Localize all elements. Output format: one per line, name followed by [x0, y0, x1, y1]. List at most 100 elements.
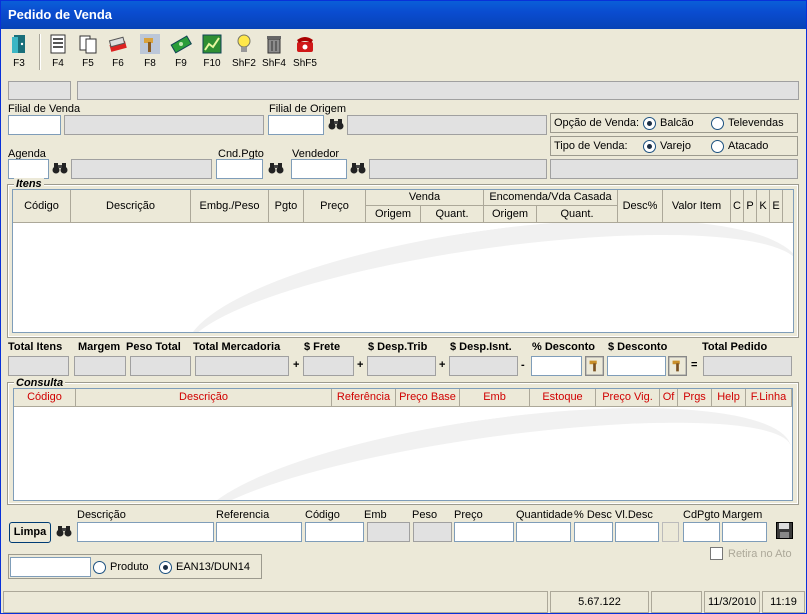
col-help[interactable]: Help: [712, 389, 746, 407]
toolbar-button-f10[interactable]: F10: [197, 33, 227, 73]
col-of[interactable]: Of: [660, 389, 678, 407]
col-prgs[interactable]: Prgs: [678, 389, 712, 407]
search-codigo-input[interactable]: [305, 522, 364, 542]
toolbar-label: F9: [175, 58, 187, 69]
radio-televendas[interactable]: [711, 117, 724, 130]
search-referencia-input[interactable]: [216, 522, 302, 542]
cnd-pgto-input[interactable]: [216, 159, 263, 179]
toolbar-button-shf2[interactable]: ShF2: [229, 33, 259, 73]
radio-balcao[interactable]: [643, 117, 656, 130]
col-p[interactable]: P: [744, 190, 757, 223]
binoculars-icon[interactable]: [56, 524, 72, 538]
col-venda-quant[interactable]: Quant.: [421, 206, 484, 223]
toolbar-label: F3: [13, 58, 25, 69]
filial-venda-name: [64, 115, 264, 135]
barcode-input[interactable]: [10, 557, 91, 577]
search-referencia-label: Referencia: [216, 509, 270, 521]
search-peso-label: Peso: [412, 509, 438, 521]
toolbar-label: F5: [82, 58, 94, 69]
col-venda: Venda: [366, 190, 484, 206]
binoculars-icon[interactable]: [350, 161, 366, 175]
col-venda-origem[interactable]: Origem: [366, 206, 421, 223]
total-pedido-label: Total Pedido: [702, 341, 768, 353]
col-preco[interactable]: Preço: [304, 190, 366, 223]
col-preco-base[interactable]: Preço Base: [396, 389, 460, 407]
desp-isnt-value: [449, 356, 518, 376]
search-cdpgto-input[interactable]: [683, 522, 720, 542]
money-icon: [170, 35, 192, 54]
toolbar-button-f4[interactable]: F4: [43, 33, 73, 73]
search-vl-desc-input[interactable]: [615, 522, 659, 542]
search-descricao-input[interactable]: [77, 522, 214, 542]
col-embg-peso[interactable]: Embg./Peso: [191, 190, 269, 223]
col-e[interactable]: E: [770, 190, 783, 223]
toolbar-button-f6[interactable]: F6: [103, 33, 133, 73]
col-estoque[interactable]: Estoque: [530, 389, 596, 407]
col-enc-origem[interactable]: Origem: [484, 206, 537, 223]
col-valor-item[interactable]: Valor Item: [663, 190, 731, 223]
agenda-name: [71, 159, 212, 179]
col-emb[interactable]: Emb: [460, 389, 530, 407]
total-itens-value: [8, 356, 69, 376]
col-desc-pct[interactable]: Desc%: [618, 190, 663, 223]
tipo-venda-label: Tipo de Venda:: [554, 140, 628, 152]
limpa-button[interactable]: Limpa: [9, 522, 51, 543]
desconto-label: $ Desconto: [608, 341, 668, 353]
col-enc-quant[interactable]: Quant.: [537, 206, 618, 223]
vendedor-input[interactable]: [291, 159, 347, 179]
toolbar-button-f3[interactable]: F3: [4, 33, 34, 73]
col-pgto[interactable]: Pgto: [269, 190, 304, 223]
radio-atacado[interactable]: [711, 140, 724, 153]
agenda-input[interactable]: [8, 159, 49, 179]
col-descricao[interactable]: Descrição: [76, 389, 332, 407]
filial-venda-label: Filial de Venda: [8, 103, 81, 115]
desp-trib-value: [367, 356, 436, 376]
radio-balcao-label: Balcão: [660, 117, 694, 129]
copy-pages-icon: [79, 35, 97, 54]
col-referencia[interactable]: Referência: [332, 389, 396, 407]
col-codigo[interactable]: Código: [13, 190, 71, 223]
binoculars-icon[interactable]: [268, 161, 284, 175]
filial-venda-input[interactable]: [8, 115, 61, 135]
toolbar-button-f5[interactable]: F5: [73, 33, 103, 73]
radio-produto[interactable]: [93, 561, 106, 574]
desconto-input[interactable]: [607, 356, 666, 376]
retira-no-ato-checkbox[interactable]: [710, 547, 723, 560]
peso-total-label: Peso Total: [126, 341, 181, 353]
col-descricao[interactable]: Descrição: [71, 190, 191, 223]
toolbar-button-f8[interactable]: F8: [135, 33, 165, 73]
radio-ean[interactable]: [159, 561, 172, 574]
pct-desconto-input[interactable]: [531, 356, 582, 376]
search-preco-input[interactable]: [454, 522, 514, 542]
toolbar-button-shf4[interactable]: ShF4: [259, 33, 289, 73]
filial-origem-input[interactable]: [268, 115, 324, 135]
col-codigo[interactable]: Código: [14, 389, 76, 407]
itens-grid[interactable]: Código Descrição Embg./Peso Pgto Preço V…: [12, 189, 794, 333]
search-pct-desc-input[interactable]: [574, 522, 613, 542]
search-quantidade-input[interactable]: [516, 522, 571, 542]
col-k[interactable]: K: [757, 190, 770, 223]
save-disk-icon[interactable]: [776, 522, 793, 539]
hammer-icon[interactable]: [585, 356, 604, 376]
col-c[interactable]: C: [731, 190, 744, 223]
telephone-icon: [297, 37, 313, 52]
peso-total-value: [130, 356, 191, 376]
status-time: 11:19: [762, 591, 805, 613]
search-margem-input[interactable]: [722, 522, 767, 542]
radio-varejo-label: Varejo: [660, 140, 691, 152]
opcao-venda-label: Opção de Venda:: [554, 117, 640, 129]
vl-desc-button[interactable]: [662, 522, 679, 542]
consulta-grid[interactable]: Código Descrição Referência Preço Base E…: [13, 388, 793, 501]
binoculars-icon[interactable]: [328, 117, 344, 131]
minus-sign: -: [521, 359, 525, 371]
col-f-linha[interactable]: F.Linha: [746, 389, 792, 407]
main-window: Pedido de Venda F3 F4 F5 F6 F8 F9 F10 Sh…: [0, 0, 807, 614]
toolbar-button-shf5[interactable]: ShF5: [290, 33, 320, 73]
frete-label: $ Frete: [304, 341, 341, 353]
col-preco-vig[interactable]: Preço Vig.: [596, 389, 660, 407]
radio-varejo[interactable]: [643, 140, 656, 153]
hammer-icon[interactable]: [668, 356, 687, 376]
search-emb-value: [367, 522, 410, 542]
toolbar-button-f9[interactable]: F9: [166, 33, 196, 73]
binoculars-icon[interactable]: [52, 161, 68, 175]
